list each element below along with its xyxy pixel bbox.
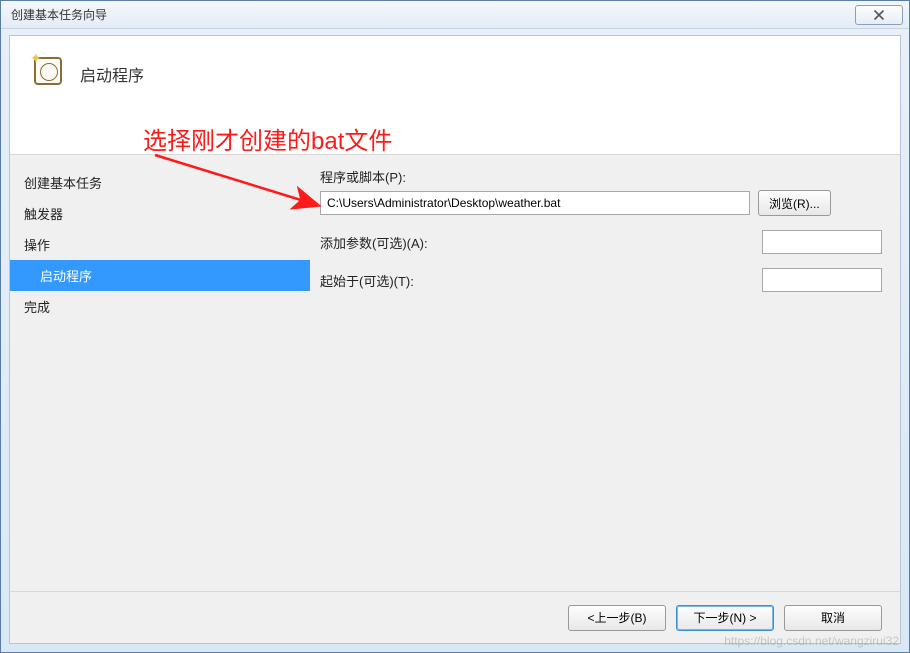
- args-label: 添加参数(可选)(A):: [320, 233, 430, 252]
- scheduled-task-icon: ✦: [32, 54, 64, 86]
- program-label: 程序或脚本(P):: [320, 167, 430, 186]
- program-input-row: 浏览(R)...: [320, 190, 831, 216]
- wizard-window: 创建基本任务向导 ✦ 启动程序 创建基本任务 触发器 操作 启动程序 完成: [0, 0, 910, 653]
- content-area: 创建基本任务 触发器 操作 启动程序 完成 程序或脚本(P): 浏览(R)...…: [10, 154, 900, 591]
- titlebar: 创建基本任务向导: [1, 1, 909, 29]
- cancel-button[interactable]: 取消: [784, 605, 882, 631]
- page-title: 启动程序: [80, 54, 144, 86]
- sidebar-item-action[interactable]: 操作: [10, 229, 310, 260]
- program-input[interactable]: [320, 191, 750, 215]
- args-field-group: 添加参数(可选)(A):: [320, 230, 882, 254]
- back-button[interactable]: <上一步(B): [568, 605, 666, 631]
- main-panel: 程序或脚本(P): 浏览(R)... 添加参数(可选)(A): 起始于(可选)(…: [310, 155, 900, 591]
- window-title: 创建基本任务向导: [11, 6, 855, 23]
- dialog-body: ✦ 启动程序 创建基本任务 触发器 操作 启动程序 完成 程序或脚本(P): 浏…: [9, 35, 901, 644]
- sidebar-item-start-program[interactable]: 启动程序: [10, 260, 310, 291]
- close-button[interactable]: [855, 5, 903, 25]
- args-input[interactable]: [762, 230, 882, 254]
- program-field-group: 程序或脚本(P): 浏览(R)...: [320, 167, 882, 216]
- sidebar-item-finish[interactable]: 完成: [10, 291, 310, 322]
- startin-field-group: 起始于(可选)(T):: [320, 268, 882, 292]
- startin-input[interactable]: [762, 268, 882, 292]
- close-icon: [873, 10, 885, 20]
- sidebar-item-trigger[interactable]: 触发器: [10, 198, 310, 229]
- button-bar: <上一步(B) 下一步(N) > 取消: [10, 591, 900, 643]
- next-button[interactable]: 下一步(N) >: [676, 605, 774, 631]
- header-area: ✦ 启动程序: [10, 36, 900, 126]
- startin-label: 起始于(可选)(T):: [320, 271, 430, 290]
- sidebar-item-create-basic-task[interactable]: 创建基本任务: [10, 167, 310, 198]
- wizard-sidebar: 创建基本任务 触发器 操作 启动程序 完成: [10, 155, 310, 591]
- browse-button[interactable]: 浏览(R)...: [758, 190, 831, 216]
